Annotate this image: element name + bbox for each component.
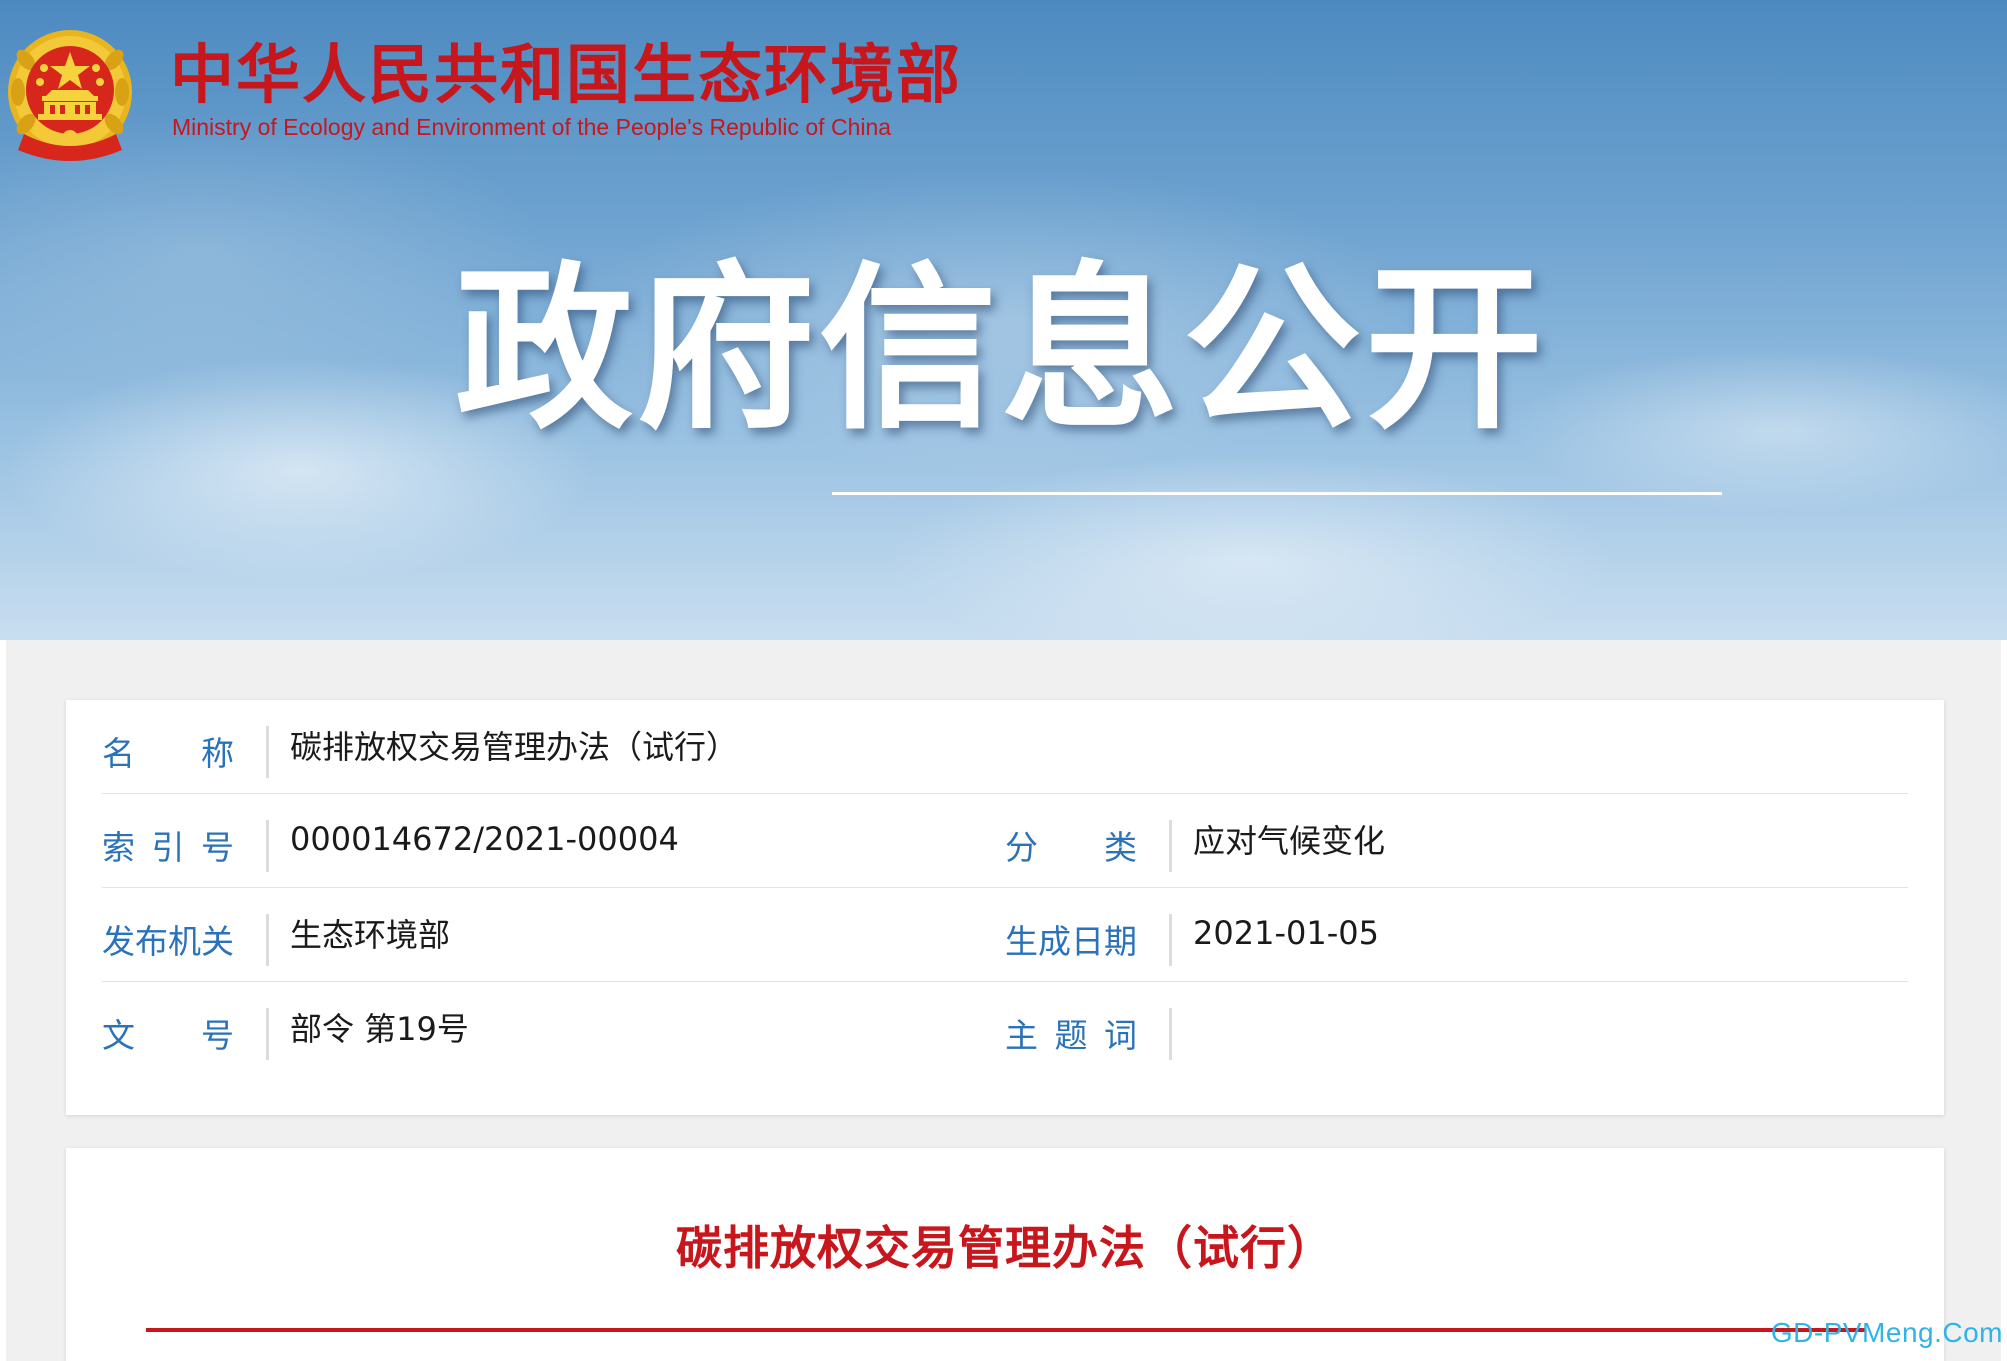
document-content: 碳排放权交易管理办法（试行） [66,1148,1944,1361]
info-separator [266,1008,269,1060]
document-title: 碳排放权交易管理办法（试行） [676,1221,1334,1275]
info-label-category: 分 类 [1005,828,1137,867]
info-separator [1169,914,1172,966]
banner-divider [832,492,1722,495]
site-title-en[interactable]: Ministry of Ecology and Environment of t… [172,113,891,141]
info-label-index-no: 索 引 号 [102,828,234,867]
info-row-doc-no: 文 号 部令 第19号 主 题 词 [102,982,1908,1076]
info-value-issuer: 生态环境部 [290,916,451,954]
info-value-name: 碳排放权交易管理办法（试行） [290,728,739,766]
info-row-index: 索 引 号 000014672/2021-00004 分 类 应对气候变化 [102,794,1908,888]
info-cell-name: 名 称 碳排放权交易管理办法（试行） [102,700,1002,794]
info-label-date: 生 成 日 期 [1005,922,1137,961]
info-value-category: 应对气候变化 [1193,822,1386,860]
info-cell-doc-no: 文 号 部令 第19号 [102,982,1002,1076]
info-label-doc-no: 文 号 [102,1016,234,1055]
info-separator [266,726,269,778]
info-cell-category: 分 类 应对气候变化 [1005,794,1908,888]
info-row-name: 名 称 碳排放权交易管理办法（试行） [102,700,1908,794]
info-label-name: 名 称 [102,734,234,773]
document-info-table: 名 称 碳排放权交易管理办法（试行） 索 引 号 000014672/2021-… [66,700,1944,1115]
national-emblem-icon[interactable] [4,26,136,164]
info-value-date: 2021-01-05 [1193,914,1379,952]
info-cell-issuer: 发 布 机 关 生态环境部 [102,888,1002,982]
info-value-doc-no: 部令 第19号 [290,1010,469,1048]
info-value-index-no: 000014672/2021-00004 [290,820,679,858]
title-divider [146,1328,1866,1332]
info-label-keywords: 主 题 词 [1005,1016,1137,1055]
info-cell-date: 生 成 日 期 2021-01-05 [1005,888,1908,982]
info-label-issuer: 发 布 机 关 [102,922,234,961]
info-cell-index-no: 索 引 号 000014672/2021-00004 [102,794,1002,888]
info-row-issuer: 发 布 机 关 生态环境部 生 成 日 期 2021-01-05 [102,888,1908,982]
info-separator [1169,820,1172,872]
info-cell-keywords: 主 题 词 [1005,982,1908,1076]
info-separator [1169,1008,1172,1060]
watermark-text: GD-PVMeng.Com [1770,1317,2003,1348]
banner-heading: 政府信息公开 [455,246,1547,453]
info-separator [266,820,269,872]
info-separator [266,914,269,966]
header-banner: 中华人民共和国生态环境部 Ministry of Ecology and Env… [0,0,2007,640]
site-title-cn[interactable]: 中华人民共和国生态环境部 [170,38,962,114]
